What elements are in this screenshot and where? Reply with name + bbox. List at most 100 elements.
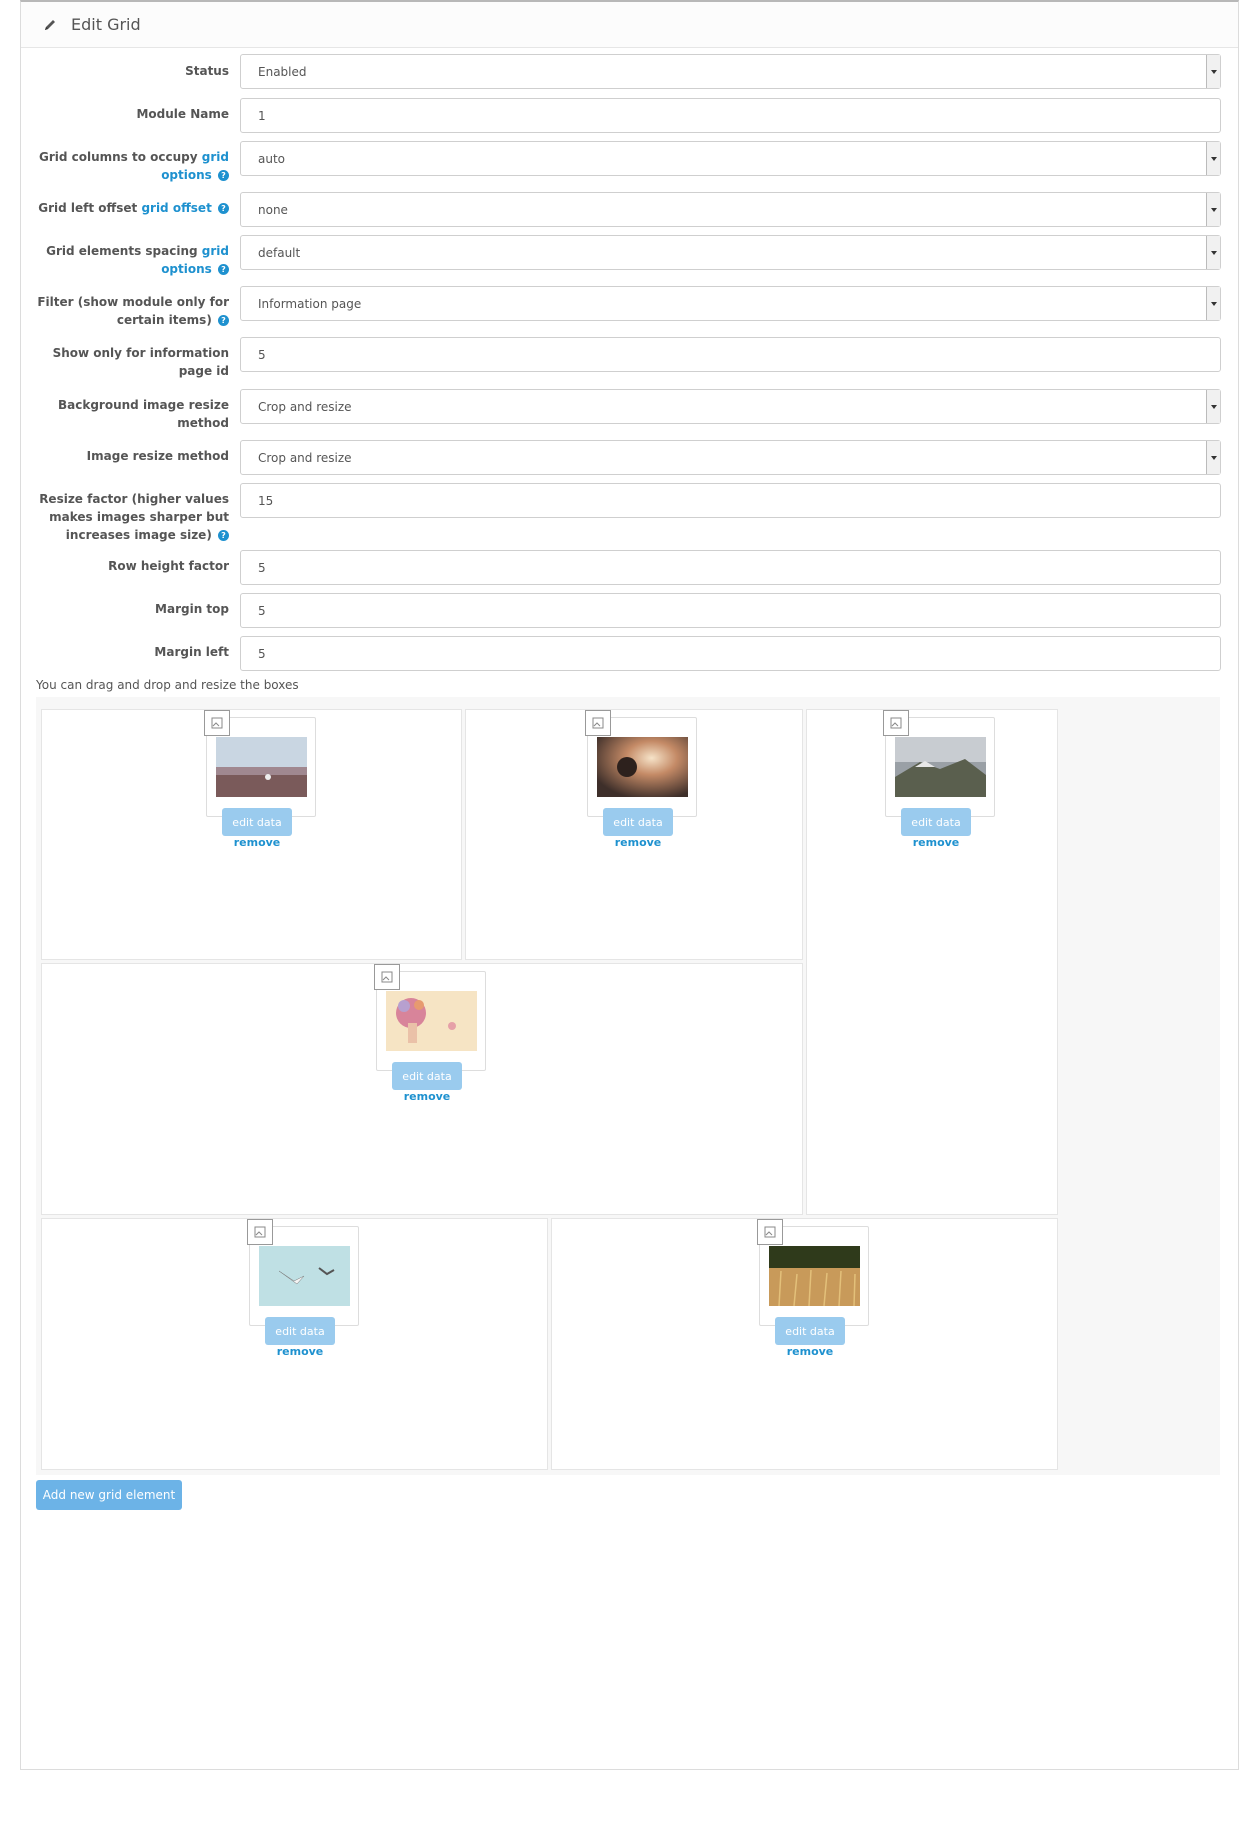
woman-flowers-image <box>386 991 477 1051</box>
status-label: Status <box>185 64 229 78</box>
mountain-clouds-image <box>895 737 986 797</box>
img-resize-select[interactable]: Crop and resize <box>240 440 1221 475</box>
remove-link[interactable]: remove <box>886 836 986 849</box>
status-select[interactable]: Enabled <box>240 54 1221 89</box>
edit-data-button[interactable]: edit data <box>392 1062 462 1090</box>
edit-data-button[interactable]: edit data <box>775 1317 845 1345</box>
chevron-down-icon <box>1206 390 1220 423</box>
filter-label: Filter (show module only for certain ite… <box>35 293 229 329</box>
grid-offset-link[interactable]: grid offset <box>141 201 211 215</box>
margin-left-value: 5 <box>258 646 266 661</box>
panel-heading: Edit Grid <box>21 2 1238 48</box>
grid-cell[interactable]: edit data remove <box>41 1218 548 1470</box>
grid-options-link[interactable]: grid <box>202 150 229 164</box>
module-name-input[interactable]: 1 <box>240 98 1221 133</box>
grid-cell[interactable]: edit data remove <box>806 709 1058 1215</box>
grid-options-link-2[interactable]: options <box>161 168 212 182</box>
edit-data-button[interactable]: edit data <box>901 808 971 836</box>
info-page-id-label-line2: page id <box>178 364 229 378</box>
bg-resize-label: Background image resize method <box>35 396 229 432</box>
help-icon[interactable]: ? <box>218 203 229 214</box>
grid-cell[interactable]: edit data remove <box>551 1218 1058 1470</box>
filter-select[interactable]: Information page <box>240 286 1221 321</box>
grid-columns-select[interactable]: auto <box>240 141 1221 176</box>
sunset-couple-image <box>597 737 688 797</box>
grid-cell[interactable]: edit data remove <box>41 963 803 1215</box>
img-resize-label: Image resize method <box>86 449 229 463</box>
grid-offset-label-text: Grid left offset <box>38 201 138 215</box>
grid-spacing-value: default <box>258 245 301 260</box>
grid-cell[interactable]: edit data remove <box>41 709 462 960</box>
help-icon[interactable]: ? <box>218 264 229 275</box>
image-icon <box>204 710 230 736</box>
grid-offset-select[interactable]: none <box>240 192 1221 227</box>
page-title: Edit Grid <box>71 15 141 34</box>
bg-resize-select[interactable]: Crop and resize <box>240 389 1221 424</box>
add-grid-element-button[interactable]: Add new grid element <box>36 1480 182 1510</box>
image-icon <box>883 710 909 736</box>
row-height-input[interactable]: 5 <box>240 550 1221 585</box>
filter-value: Information page <box>258 296 362 311</box>
filter-label-line2: certain items) <box>116 313 212 327</box>
chevron-down-icon <box>1206 287 1220 320</box>
module-name-value: 1 <box>258 108 266 123</box>
filter-label-line1: Filter (show module only for <box>37 295 229 309</box>
info-page-id-value: 5 <box>258 347 266 362</box>
image-icon <box>757 1219 783 1245</box>
row-height-label: Row height factor <box>108 559 229 573</box>
grid-editor: edit data remove edit data remove edit d… <box>36 697 1220 1475</box>
grid-cell[interactable]: edit data remove <box>465 709 803 960</box>
drag-hint: You can drag and drop and resize the box… <box>36 678 299 692</box>
remove-link[interactable]: remove <box>207 836 307 849</box>
chevron-down-icon <box>1206 193 1220 226</box>
remove-link[interactable]: remove <box>377 1090 477 1103</box>
margin-top-value: 5 <box>258 603 266 618</box>
chevron-down-icon <box>1206 441 1220 474</box>
info-page-id-input[interactable]: 5 <box>240 337 1221 372</box>
module-name-label: Module Name <box>136 107 229 121</box>
edit-data-button[interactable]: edit data <box>265 1317 335 1345</box>
resize-factor-input[interactable]: 15 <box>240 483 1221 518</box>
image-icon <box>247 1219 273 1245</box>
help-icon[interactable]: ? <box>218 530 229 541</box>
resize-factor-value: 15 <box>258 493 274 508</box>
image-icon <box>585 710 611 736</box>
status-value: Enabled <box>258 64 307 79</box>
grid-thumbnail[interactable] <box>883 710 995 817</box>
grid-thumbnail[interactable] <box>247 1219 359 1326</box>
help-icon[interactable]: ? <box>218 315 229 326</box>
resize-factor-label-line1: Resize factor (higher values <box>39 492 229 506</box>
pencil-icon <box>39 14 61 36</box>
grid-offset-value: none <box>258 202 288 217</box>
remove-link[interactable]: remove <box>250 1345 350 1358</box>
remove-link[interactable]: remove <box>760 1345 860 1358</box>
birds-sky-image <box>259 1246 350 1306</box>
grid-options-link-2[interactable]: options <box>161 262 212 276</box>
chevron-down-icon <box>1206 142 1220 175</box>
img-resize-value: Crop and resize <box>258 450 352 465</box>
margin-top-label: Margin top <box>155 602 229 616</box>
bg-resize-value: Crop and resize <box>258 399 352 414</box>
help-icon[interactable]: ? <box>218 170 229 181</box>
resize-factor-label: Resize factor (higher values makes image… <box>35 490 229 544</box>
grid-spacing-select[interactable]: default <box>240 235 1221 270</box>
resize-factor-label-line2: makes images sharper but <box>49 510 229 524</box>
resize-factor-label-line3: increases image size) <box>65 528 212 542</box>
grid-columns-label-text: Grid columns to occupy <box>38 150 198 164</box>
margin-left-input[interactable]: 5 <box>240 636 1221 671</box>
edit-data-button[interactable]: edit data <box>222 808 292 836</box>
margin-top-input[interactable]: 5 <box>240 593 1221 628</box>
grid-thumbnail[interactable] <box>374 964 486 1071</box>
grid-thumbnail[interactable] <box>757 1219 869 1326</box>
remove-link[interactable]: remove <box>588 836 688 849</box>
edit-data-button[interactable]: edit data <box>603 808 673 836</box>
grid-options-link[interactable]: grid <box>202 244 229 258</box>
wheat-field-image <box>769 1246 860 1306</box>
margin-left-label: Margin left <box>154 645 229 659</box>
grid-thumbnail[interactable] <box>204 710 316 817</box>
desert-landscape-image <box>216 737 307 797</box>
row-height-value: 5 <box>258 560 266 575</box>
grid-thumbnail[interactable] <box>585 710 697 817</box>
grid-columns-value: auto <box>258 151 286 166</box>
chevron-down-icon <box>1206 55 1220 88</box>
